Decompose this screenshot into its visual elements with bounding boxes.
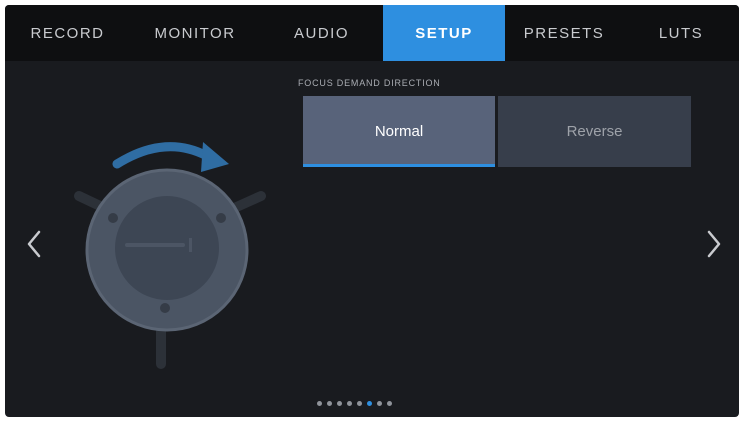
page-dot[interactable] xyxy=(337,401,342,406)
focus-demand-icon xyxy=(74,142,266,369)
chevron-left-icon xyxy=(27,230,41,258)
option-normal-label: Normal xyxy=(374,123,424,140)
page-dot[interactable] xyxy=(387,401,392,406)
camera-settings-screen: RECORD MONITOR AUDIO SETUP PRESETS LUTS … xyxy=(5,5,739,417)
page-dot[interactable] xyxy=(317,401,322,406)
option-reverse-button[interactable]: Reverse xyxy=(498,96,691,167)
page-dot[interactable] xyxy=(357,401,362,406)
next-page-button[interactable] xyxy=(703,227,725,261)
option-normal-button[interactable]: Normal xyxy=(303,96,495,167)
page-dot-active[interactable] xyxy=(367,401,372,406)
chevron-right-icon xyxy=(707,230,721,258)
selected-indicator xyxy=(303,164,495,167)
tab-record[interactable]: RECORD xyxy=(5,5,130,61)
tab-audio[interactable]: AUDIO xyxy=(260,5,383,61)
tab-presets[interactable]: PRESETS xyxy=(505,5,623,61)
rotation-arrow-icon xyxy=(112,142,212,169)
page-indicator xyxy=(317,401,392,406)
previous-page-button[interactable] xyxy=(23,227,45,261)
tab-luts[interactable]: LUTS xyxy=(623,5,739,61)
page-dot[interactable] xyxy=(347,401,352,406)
tab-bar: RECORD MONITOR AUDIO SETUP PRESETS LUTS xyxy=(5,5,739,61)
tab-monitor[interactable]: MONITOR xyxy=(130,5,260,61)
page-dot[interactable] xyxy=(377,401,382,406)
focus-demand-direction-label: FOCUS DEMAND DIRECTION xyxy=(298,78,441,88)
option-reverse-label: Reverse xyxy=(566,123,623,140)
page-dot[interactable] xyxy=(327,401,332,406)
tab-setup[interactable]: SETUP xyxy=(383,5,505,61)
